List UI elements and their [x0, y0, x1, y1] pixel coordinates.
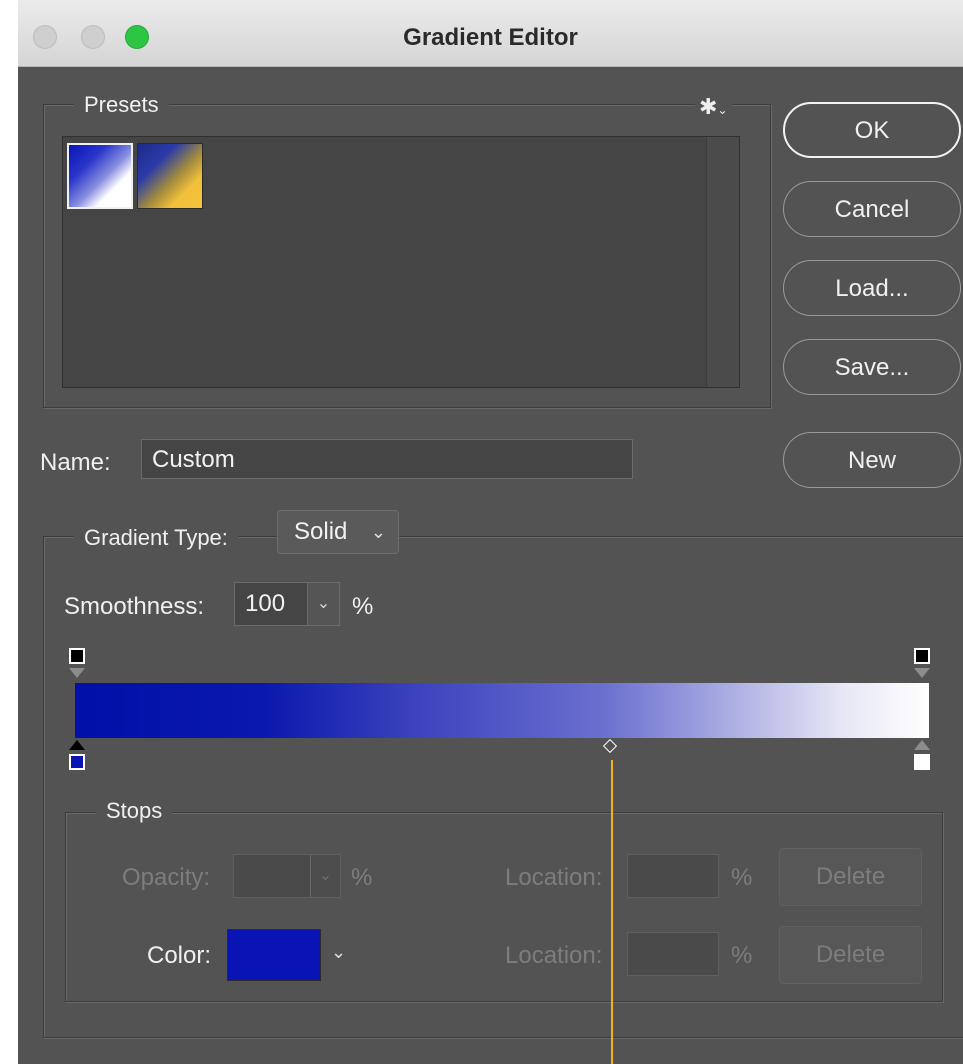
window-title: Gradient Editor — [403, 24, 578, 51]
location-label-color: Location: — [505, 942, 603, 969]
presets-legend: Presets — [74, 92, 169, 118]
smoothness-value: 100 — [245, 590, 286, 617]
gradient-type-select[interactable]: Solid ⌄ — [277, 510, 399, 554]
ok-button[interactable]: OK — [783, 102, 961, 158]
presets-list[interactable] — [62, 136, 740, 388]
load-button[interactable]: Load... — [783, 260, 961, 316]
gradient-type-value: Solid — [294, 518, 348, 545]
smoothness-dropdown-icon[interactable]: ⌄ — [307, 583, 339, 625]
location-input-color[interactable] — [627, 932, 719, 976]
smoothness-input[interactable]: 100 ⌄ — [234, 582, 340, 626]
color-chevron-down-icon[interactable]: ⌄ — [331, 942, 346, 963]
delete-opacity-stop-button[interactable]: Delete — [779, 848, 922, 906]
opacity-unit: % — [351, 864, 373, 891]
opacity-input[interactable]: ⌄ — [233, 854, 341, 898]
presets-scrollbar[interactable] — [706, 137, 739, 387]
new-button[interactable]: New — [783, 432, 961, 488]
location-label-opacity: Location: — [505, 864, 603, 891]
location-unit-color: % — [731, 942, 753, 969]
opacity-stop-right[interactable] — [914, 648, 930, 664]
location-input-opacity[interactable] — [627, 854, 719, 898]
preset-swatch-blue-white[interactable] — [67, 143, 133, 209]
presets-gear-icon[interactable]: ✱⌄ — [695, 94, 732, 120]
gear-icon: ✱ — [699, 94, 718, 119]
gradient-editor-window: Gradient Editor Presets ✱⌄ OK Cancel Loa… — [18, 0, 963, 1064]
gradient-preview-bar[interactable] — [75, 683, 929, 738]
color-label: Color: — [147, 942, 212, 969]
location-unit-opacity: % — [731, 864, 753, 891]
opacity-dropdown-icon[interactable]: ⌄ — [310, 855, 340, 897]
color-stop-left[interactable] — [69, 754, 85, 770]
name-field[interactable]: Custom — [141, 439, 633, 479]
name-label: Name: — [40, 449, 111, 476]
color-stop-right-pointer — [914, 740, 930, 750]
gradient-type-label: Gradient Type: — [74, 520, 238, 556]
save-button[interactable]: Save... — [783, 339, 961, 395]
smoothness-label: Smoothness: — [64, 593, 205, 620]
opacity-stop-left[interactable] — [69, 648, 85, 664]
delete-color-stop-button[interactable]: Delete — [779, 926, 922, 984]
cancel-button[interactable]: Cancel — [783, 181, 961, 237]
title-bar: Gradient Editor — [18, 0, 963, 67]
color-stop-left-pointer — [69, 740, 85, 750]
chevron-down-icon: ⌄ — [370, 522, 386, 542]
color-stop-right[interactable] — [914, 754, 930, 770]
smoothness-unit: % — [352, 593, 374, 620]
stops-legend: Stops — [96, 798, 173, 824]
opacity-stop-right-pointer — [914, 668, 930, 678]
opacity-label: Opacity: — [122, 864, 211, 891]
pointer-line — [611, 760, 613, 1064]
stop-color-well[interactable] — [227, 929, 321, 981]
preset-swatch-blue-yellow[interactable] — [137, 143, 203, 209]
opacity-stop-left-pointer — [69, 668, 85, 678]
